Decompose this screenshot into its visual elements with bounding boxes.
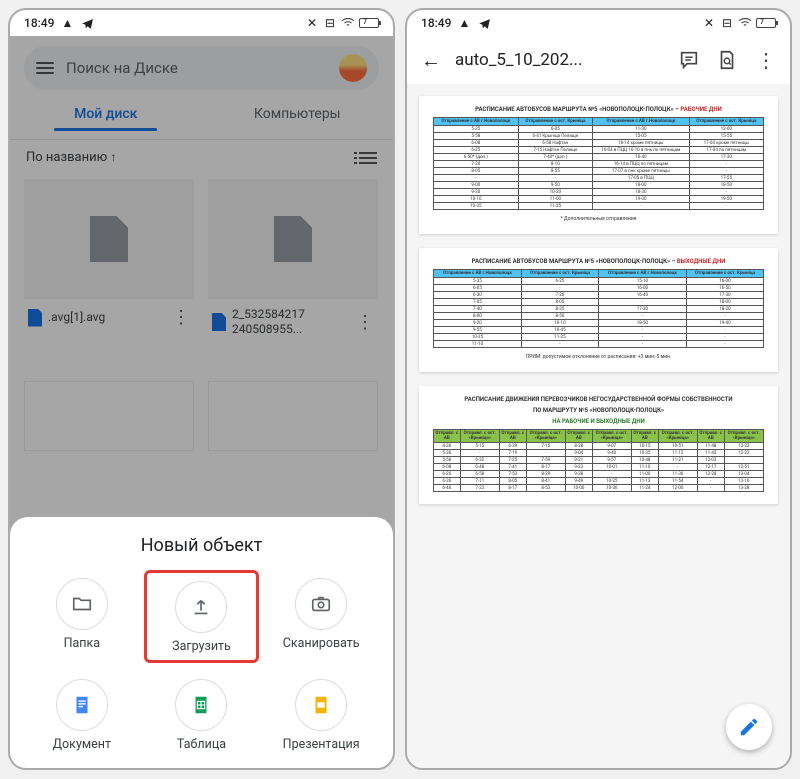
folder-icon [71, 593, 93, 615]
status-time: 18:49 [24, 16, 54, 30]
sheet-item-slide[interactable]: Презентация [263, 671, 379, 758]
mute-icon: ✕ [702, 16, 716, 30]
edit-fab[interactable] [726, 704, 772, 750]
mute-icon: ✕ [305, 16, 319, 30]
status-time: 18:49 [421, 16, 451, 30]
upload-status-icon: ▲ [457, 16, 471, 30]
status-bar: 18:49 ▲ ✕ ⊟ 7 [10, 10, 393, 36]
wifi-icon [738, 16, 752, 30]
battery-icon: 7 [756, 18, 776, 28]
sheet-item-doc[interactable]: Документ [24, 671, 140, 758]
pencil-icon [738, 716, 760, 738]
document-pages[interactable]: РАСПИСАНИЕ АВТОБУСОВ МАРШРУТА №5 «НОВОПО… [407, 84, 790, 768]
pdf-page-1: РАСПИСАНИЕ АВТОБУСОВ МАРШРУТА №5 «НОВОПО… [419, 96, 778, 234]
sheet-label: Загрузить [172, 639, 231, 654]
sheet-item-upload[interactable]: Загрузить [144, 570, 260, 663]
more-menu-icon[interactable]: ⋮ [750, 48, 782, 72]
signal-icon: ⊟ [720, 16, 734, 30]
back-button[interactable]: ← [415, 42, 447, 79]
document-title: auto_5_10_202... [455, 50, 666, 70]
sheet-label: Презентация [283, 737, 360, 752]
sheet-label: Таблица [177, 737, 226, 752]
sheet-item-folder[interactable]: Папка [24, 570, 140, 663]
sheet-title: Новый объект [24, 535, 379, 556]
sheet-label: Документ [53, 737, 111, 752]
page-note: * Дополнительные отправления [433, 216, 764, 222]
sheet-item-scan[interactable]: Сканировать [263, 570, 379, 663]
schedule-table-1: Отправление с АВ г.НовополоцкОтправление… [433, 117, 764, 210]
docs-icon [71, 694, 93, 716]
telegram-icon [477, 16, 491, 30]
pdf-page-3: РАСПИСАНИЕ ДВИЖЕНИЯ ПЕРЕВОЗЧИКОВ НЕГОСУД… [419, 386, 778, 504]
document-toolbar: ← auto_5_10_202... ⋮ [407, 36, 790, 84]
sheets-icon [190, 694, 212, 716]
pdf-page-2: РАСПИСАНИЕ АВТОБУСОВ МАРШРУТА №5 «НОВОПО… [419, 248, 778, 372]
page-note: ПРИМ: допустимое отклонение от расписани… [433, 354, 764, 360]
sheet-label: Сканировать [283, 636, 360, 651]
schedule-table-3: Отправл. с АВОтправл. с ост. «Крынiца»От… [433, 429, 764, 492]
signal-icon: ⊟ [323, 16, 337, 30]
left-phone: 18:49 ▲ ✕ ⊟ 7 Поиск на Диске Мой диск Ко… [8, 8, 395, 770]
right-phone: 18:49 ▲ ✕ ⊟ 7 ← auto_5_10_202... ⋮ РАСПИ… [405, 8, 792, 770]
camera-icon [310, 593, 332, 615]
sheet-item-sheet[interactable]: Таблица [144, 671, 260, 758]
schedule-table-2: Отправление с АВ г.НовополоцкОтправление… [433, 269, 764, 348]
telegram-icon [80, 16, 94, 30]
slides-icon [310, 694, 332, 716]
upload-icon [190, 596, 212, 618]
new-item-sheet: Новый объект Папка Загрузить Сканировать… [10, 517, 393, 768]
status-bar: 18:49 ▲ ✕ ⊟ 7 [407, 10, 790, 36]
sheet-label: Папка [64, 636, 101, 651]
battery-icon: 7 [359, 18, 379, 28]
find-in-page-icon[interactable] [716, 49, 738, 71]
comment-icon[interactable] [678, 49, 700, 71]
wifi-icon [341, 16, 355, 30]
upload-status-icon: ▲ [60, 16, 74, 30]
